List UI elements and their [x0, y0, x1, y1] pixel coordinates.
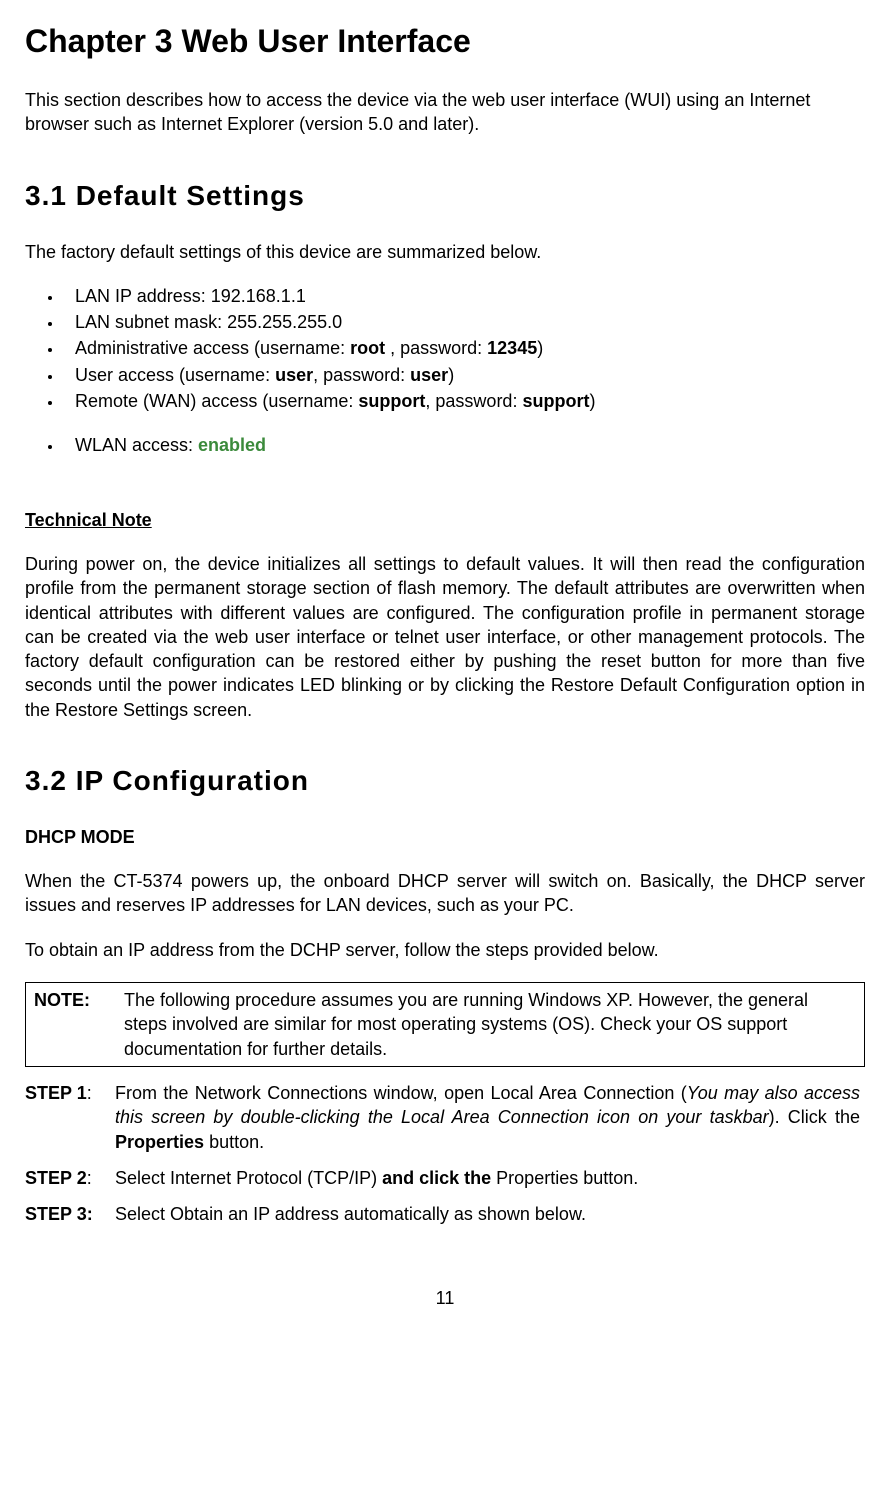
step-content: From the Network Connections window, ope… — [115, 1081, 860, 1154]
step-label: STEP 3: — [25, 1202, 110, 1226]
list-item: WLAN access: enabled — [63, 433, 865, 457]
list-item: LAN IP address: 192.168.1.1 — [63, 284, 865, 308]
technical-note-heading: Technical Note — [25, 508, 865, 532]
step-1: STEP 1: From the Network Connections win… — [25, 1081, 865, 1154]
step-content: Select Internet Protocol (TCP/IP) and cl… — [115, 1166, 860, 1190]
step-3: STEP 3: Select Obtain an IP address auto… — [25, 1202, 865, 1226]
wlan-status: enabled — [198, 435, 266, 455]
page-number: 11 — [25, 1286, 865, 1310]
note-text: The following procedure assumes you are … — [124, 988, 851, 1061]
list-item: LAN subnet mask: 255.255.255.0 — [63, 310, 865, 334]
note-box: NOTE: The following procedure assumes yo… — [25, 982, 865, 1067]
intro-paragraph: This section describes how to access the… — [25, 88, 865, 137]
note-label: NOTE: — [34, 988, 119, 1012]
step-2: STEP 2: Select Internet Protocol (TCP/IP… — [25, 1166, 865, 1190]
wlan-list: WLAN access: enabled — [25, 433, 865, 457]
dhcp-para-2: To obtain an IP address from the DCHP se… — [25, 938, 865, 962]
section-3-2-heading: 3.2 IP Configuration — [25, 762, 865, 800]
dhcp-mode-subheading: DHCP MODE — [25, 825, 865, 849]
list-item: Remote (WAN) access (username: support, … — [63, 389, 865, 413]
section-3-1-heading: 3.1 Default Settings — [25, 177, 865, 215]
default-settings-list: LAN IP address: 192.168.1.1 LAN subnet m… — [25, 284, 865, 413]
step-label: STEP 2: — [25, 1166, 110, 1190]
dhcp-para-1: When the CT-5374 powers up, the onboard … — [25, 869, 865, 918]
chapter-title: Chapter 3 Web User Interface — [25, 20, 865, 63]
section-3-1-intro: The factory default settings of this dev… — [25, 240, 865, 264]
list-item: Administrative access (username: root , … — [63, 336, 865, 360]
step-label: STEP 1: — [25, 1081, 110, 1105]
list-item: User access (username: user, password: u… — [63, 363, 865, 387]
step-content: Select Obtain an IP address automaticall… — [115, 1202, 860, 1226]
technical-note-body: During power on, the device initializes … — [25, 552, 865, 722]
